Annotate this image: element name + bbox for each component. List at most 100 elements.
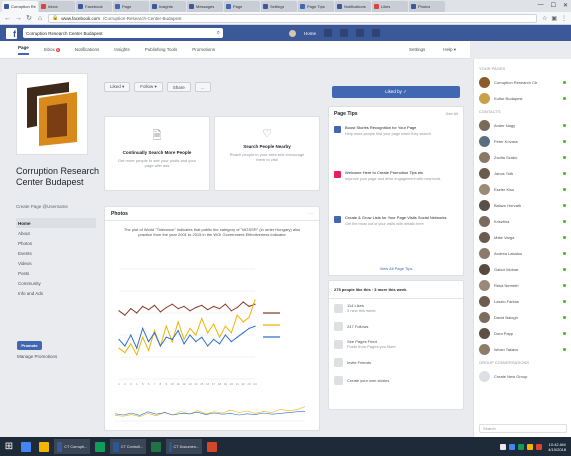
nav-item-posts[interactable]: Posts — [16, 268, 96, 278]
taskbar-app[interactable] — [92, 439, 108, 454]
suggestion-card[interactable]: 🗎 Continually Search More People Get more … — [104, 116, 210, 191]
page-tip-item[interactable]: Boost Stories Recognition for Your Page H… — [329, 121, 463, 166]
taskbar-app[interactable]: CT Documen... — [166, 439, 202, 454]
tab-settings[interactable]: Settings — [409, 47, 425, 53]
back-icon[interactable]: ← — [4, 15, 11, 22]
browser-tab[interactable]: Page Tips — [298, 1, 334, 12]
nav-item-info-and-ads[interactable]: Info and Ads — [16, 288, 96, 298]
like-button[interactable]: Liked by ✓ — [332, 86, 460, 98]
search-icon[interactable]: ⌕ — [217, 30, 220, 37]
browser-tab[interactable]: Insights — [150, 1, 186, 12]
help-icon[interactable] — [372, 29, 381, 37]
clock[interactable]: 10:42 AM 4/10/2018 — [545, 442, 569, 452]
view-all-tips-link[interactable]: View All Page Tips — [329, 266, 463, 271]
see-all-link[interactable]: See All — [446, 111, 458, 117]
forward-icon[interactable]: → — [15, 15, 22, 22]
community-row[interactable]: Create your own stories — [329, 371, 463, 389]
action-button[interactable]: Liked ▾ — [104, 82, 131, 92]
taskbar-app[interactable]: CT Corrupti... — [54, 439, 90, 454]
nav-item-home[interactable]: Home — [16, 218, 96, 228]
notifications-icon[interactable] — [356, 29, 365, 37]
menu-icon[interactable]: ⋮ — [561, 15, 567, 22]
chat-contact[interactable]: Eszter Kiss — [474, 181, 571, 197]
chat-contact[interactable]: Istvan Takacs — [474, 341, 571, 357]
maximize-button[interactable]: ☐ — [551, 2, 556, 9]
chat-contact[interactable]: Andrea Lakatos — [474, 245, 571, 261]
action-button[interactable]: ... — [194, 82, 211, 92]
chat-contact[interactable]: Krisztina — [474, 213, 571, 229]
star-icon[interactable]: ☆ — [542, 15, 547, 22]
chat-contact[interactable]: Laszlo Farkas — [474, 293, 571, 309]
community-row[interactable]: Invite Friends — [329, 353, 463, 371]
suggestion-card[interactable]: ♡ Search People Nearby Reach people in you… — [214, 116, 320, 191]
chat-contact[interactable]: Mate Varga — [474, 229, 571, 245]
chat-contact[interactable]: Gabor Molnar — [474, 261, 571, 277]
nav-item-photos[interactable]: Photos — [16, 238, 96, 248]
reload-icon[interactable]: ↻ — [26, 14, 32, 22]
browser-tab[interactable]: Messages — [187, 1, 223, 12]
chat-contact[interactable]: Ander Nagy — [474, 117, 571, 133]
tab-promotions[interactable]: Promotions — [192, 47, 215, 52]
chat-contact[interactable]: Reka Nemeth — [474, 277, 571, 293]
nav-item-community[interactable]: Community — [16, 278, 96, 288]
browser-tab[interactable]: Settings — [261, 1, 297, 12]
tray-icon[interactable] — [527, 443, 534, 450]
manage-promotions-link[interactable]: Manage Promotions — [17, 354, 57, 359]
browser-tab[interactable]: Page — [113, 1, 149, 12]
home-link[interactable]: Home — [304, 31, 316, 36]
start-icon[interactable]: ⊞ — [2, 440, 16, 454]
tray-icon[interactable] — [536, 443, 543, 450]
create-group-button[interactable]: Create New Group — [474, 368, 571, 384]
tray-icon[interactable] — [518, 443, 525, 450]
promote-button[interactable]: Promote — [17, 341, 42, 350]
page-profile-picture[interactable] — [16, 73, 88, 155]
browser-tab[interactable]: Corruption Rese — [2, 1, 38, 12]
tab-help[interactable]: Help ▾ — [443, 47, 456, 53]
chat-contact[interactable]: Balazs Horvath — [474, 197, 571, 213]
page-tip-item[interactable]: Welcome Here to Create Promotion Tips et… — [329, 166, 463, 211]
more-options-icon[interactable]: ⋯ — [308, 211, 313, 217]
url-input[interactable]: 🔒 www.facebook.com /Corruption-Research-… — [48, 13, 537, 23]
community-row[interactable]: 114 Likes 3 new this week — [329, 299, 463, 317]
tab-publishing-tools[interactable]: Publishing Tools — [145, 47, 177, 52]
browser-tab[interactable]: Photos — [409, 1, 445, 12]
taskbar-app[interactable]: CT Controll... — [110, 439, 146, 454]
tab-inbox[interactable]: Inbox 6 — [44, 47, 60, 52]
taskbar-app[interactable] — [204, 439, 220, 454]
tray-icon[interactable] — [509, 443, 516, 450]
facebook-logo-icon[interactable]: f — [6, 27, 17, 39]
tab-page[interactable]: Page — [18, 45, 29, 55]
chat-contact[interactable]: Corruption Research Ctr — [474, 74, 571, 90]
page-tip-item[interactable]: Create & Grow Lists for Your Page Visits… — [329, 211, 463, 256]
nav-item-events[interactable]: Events — [16, 248, 96, 258]
home-icon[interactable]: ⌂ — [37, 15, 43, 22]
action-button[interactable]: Follow ▾ — [134, 82, 163, 92]
browser-tab[interactable]: Likes — [372, 1, 408, 12]
extension-icon[interactable]: ▣ — [551, 15, 557, 22]
tab-insights[interactable]: Insights — [114, 47, 130, 52]
browser-tab[interactable]: Page — [224, 1, 260, 12]
browser-tab[interactable]: Facebook — [76, 1, 112, 12]
tray-icon[interactable] — [500, 443, 507, 450]
chat-contact[interactable]: Janos Toth — [474, 165, 571, 181]
tab-notifications[interactable]: Notifications — [75, 47, 100, 52]
nav-item-about[interactable]: About — [16, 228, 96, 238]
action-button[interactable]: Share — [166, 82, 191, 92]
taskbar-app[interactable] — [36, 439, 52, 454]
avatar[interactable] — [289, 29, 296, 37]
browser-tab[interactable]: Notifications — [335, 1, 371, 12]
taskbar-app[interactable] — [18, 439, 34, 454]
minimize-button[interactable]: — — [538, 2, 544, 9]
chat-contact[interactable]: Kultur Budapest — [474, 90, 571, 106]
community-row[interactable]: 247 Follows — [329, 317, 463, 335]
chat-contact[interactable]: David Balogh — [474, 309, 571, 325]
chat-contact[interactable]: Dora Papp — [474, 325, 571, 341]
chat-contact[interactable]: Peter Kovacs — [474, 133, 571, 149]
taskbar-app[interactable] — [148, 439, 164, 454]
page-handle-link[interactable]: Create Page @Username — [16, 204, 68, 209]
facebook-search-input[interactable]: Corruption Research Center Budapest ⌕ — [23, 28, 223, 38]
friend-requests-icon[interactable] — [324, 29, 333, 37]
close-button[interactable]: ✕ — [563, 2, 568, 9]
chat-contact[interactable]: Zsofia Szabo — [474, 149, 571, 165]
nav-item-videos[interactable]: Videos — [16, 258, 96, 268]
